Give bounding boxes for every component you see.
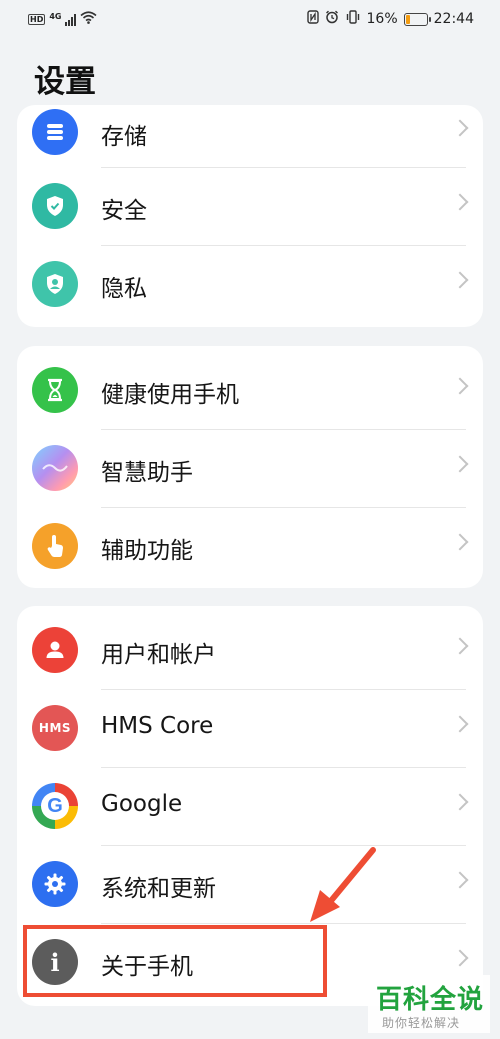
watermark-subtitle: 助你轻松解决: [382, 1016, 461, 1030]
annotation-arrow: [310, 847, 376, 922]
watermark: 百科全说 助你轻松解决: [368, 975, 490, 1033]
watermark-title: 百科全说: [376, 985, 485, 1015]
